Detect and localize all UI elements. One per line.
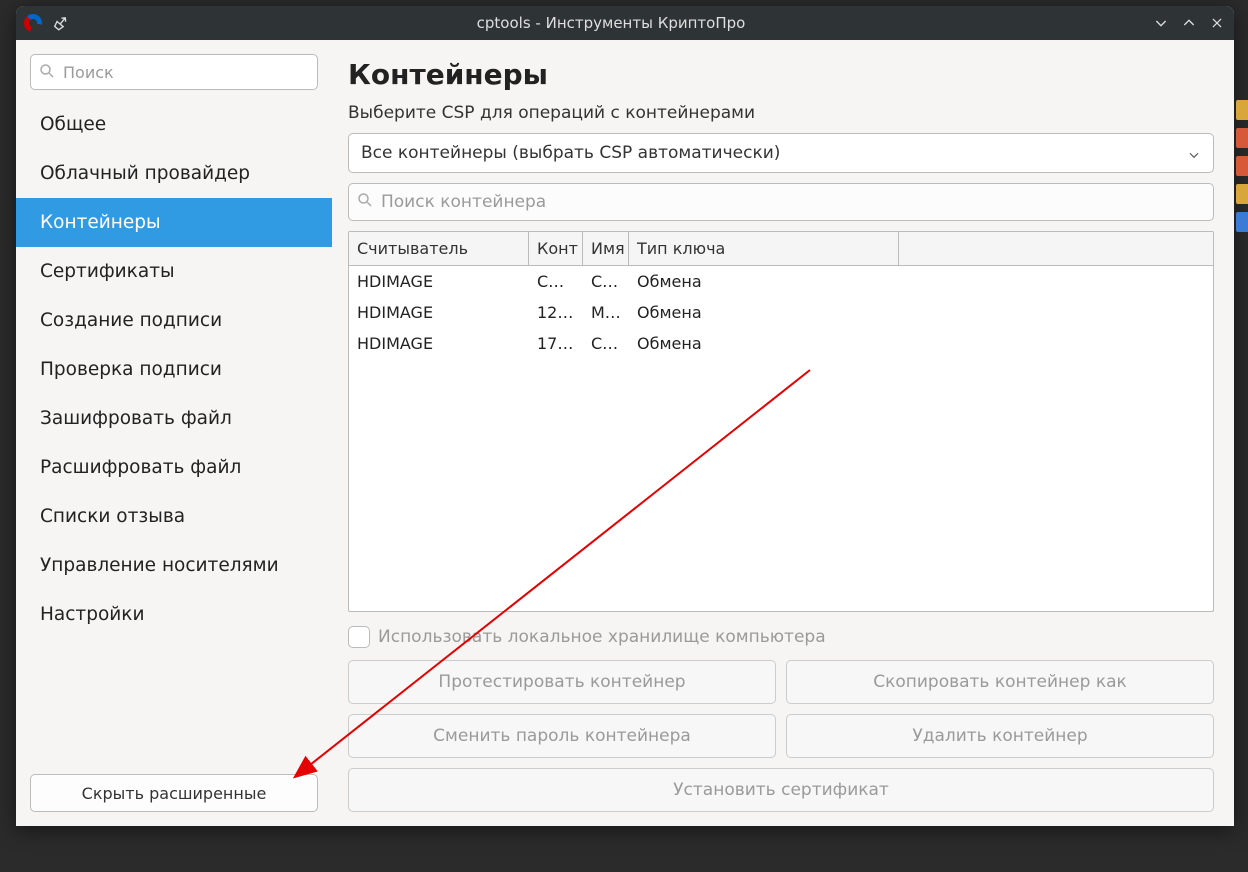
table-cell: Обмена xyxy=(629,332,899,355)
table-row[interactable]: HDIMAGE17…CP…Обмена xyxy=(349,328,1213,359)
col-reader[interactable]: Считыватель xyxy=(349,232,529,265)
sidebar-item-1[interactable]: Облачный провайдер xyxy=(30,149,318,198)
container-search-input[interactable] xyxy=(348,183,1214,221)
sidebar-item-8[interactable]: Списки отзыва xyxy=(30,492,318,541)
table-cell: 12… xyxy=(529,301,583,324)
table-row[interactable]: HDIMAGE12…M…Обмена xyxy=(349,297,1213,328)
app-window: cptools - Инструменты КриптоПро ОбщееОбл… xyxy=(16,6,1234,826)
sidebar-item-4[interactable]: Создание подписи xyxy=(30,296,318,345)
table-cell: CP… xyxy=(583,332,629,355)
csp-selected-value: Все контейнеры (выбрать CSP автоматическ… xyxy=(361,143,780,163)
col-spare xyxy=(899,232,1213,265)
search-icon xyxy=(356,191,374,209)
table-cell: HDIMAGE xyxy=(349,270,529,293)
sidebar-item-5[interactable]: Проверка подписи xyxy=(30,345,318,394)
change-password-button[interactable]: Сменить пароль контейнера xyxy=(348,714,776,758)
background-decoration xyxy=(1236,100,1248,240)
table-cell: HDIMAGE xyxy=(349,332,529,355)
local-store-label: Использовать локальное хранилище компьют… xyxy=(378,627,826,647)
install-certificate-button[interactable]: Установить сертификат xyxy=(348,768,1214,812)
table-cell: Обмена xyxy=(629,270,899,293)
sidebar-item-6[interactable]: Зашифровать файл xyxy=(30,394,318,443)
sidebar-search-input[interactable] xyxy=(30,54,318,90)
col-key-type[interactable]: Тип ключа xyxy=(629,232,899,265)
table-cell: C… xyxy=(529,270,583,293)
table-cell: C… xyxy=(583,270,629,293)
copy-container-button[interactable]: Скопировать контейнер как xyxy=(786,660,1214,704)
sidebar: ОбщееОблачный провайдерКонтейнерыСертифи… xyxy=(16,40,332,826)
sidebar-item-0[interactable]: Общее xyxy=(30,100,318,149)
chevron-down-icon xyxy=(1187,148,1201,162)
search-icon xyxy=(38,62,56,80)
app-icon xyxy=(24,14,42,32)
maximize-icon[interactable] xyxy=(1180,14,1198,32)
window-title: cptools - Инструменты КриптоПро xyxy=(70,14,1152,32)
test-container-button[interactable]: Протестировать контейнер xyxy=(348,660,776,704)
table-cell: Обмена xyxy=(629,301,899,324)
col-container[interactable]: Конт xyxy=(529,232,583,265)
main-panel: Контейнеры Выберите CSP для операций с к… xyxy=(332,40,1234,826)
sidebar-item-3[interactable]: Сертификаты xyxy=(30,247,318,296)
table-row[interactable]: HDIMAGEC…C…Обмена xyxy=(349,266,1213,297)
close-icon[interactable] xyxy=(1208,14,1226,32)
col-name[interactable]: Имя xyxy=(583,232,629,265)
sidebar-item-10[interactable]: Настройки xyxy=(30,590,318,639)
sidebar-item-9[interactable]: Управление носителями xyxy=(30,541,318,590)
table-cell: M… xyxy=(583,301,629,324)
sidebar-item-2[interactable]: Контейнеры xyxy=(16,198,332,247)
containers-table: Считыватель Конт Имя Тип ключа HDIMAGEC…… xyxy=(348,231,1214,612)
page-title: Контейнеры xyxy=(348,58,1214,91)
local-store-checkbox[interactable] xyxy=(348,626,370,648)
table-cell: HDIMAGE xyxy=(349,301,529,324)
sidebar-item-7[interactable]: Расшифровать файл xyxy=(30,443,318,492)
delete-container-button[interactable]: Удалить контейнер xyxy=(786,714,1214,758)
csp-select[interactable]: Все контейнеры (выбрать CSP автоматическ… xyxy=(348,133,1214,173)
minimize-icon[interactable] xyxy=(1152,14,1170,32)
hide-advanced-button[interactable]: Скрыть расширенные xyxy=(30,774,318,812)
titlebar: cptools - Инструменты КриптоПро xyxy=(16,6,1234,40)
table-cell: 17… xyxy=(529,332,583,355)
page-subtitle: Выберите CSP для операций с контейнерами xyxy=(348,103,1214,123)
table-header: Считыватель Конт Имя Тип ключа xyxy=(349,232,1213,266)
